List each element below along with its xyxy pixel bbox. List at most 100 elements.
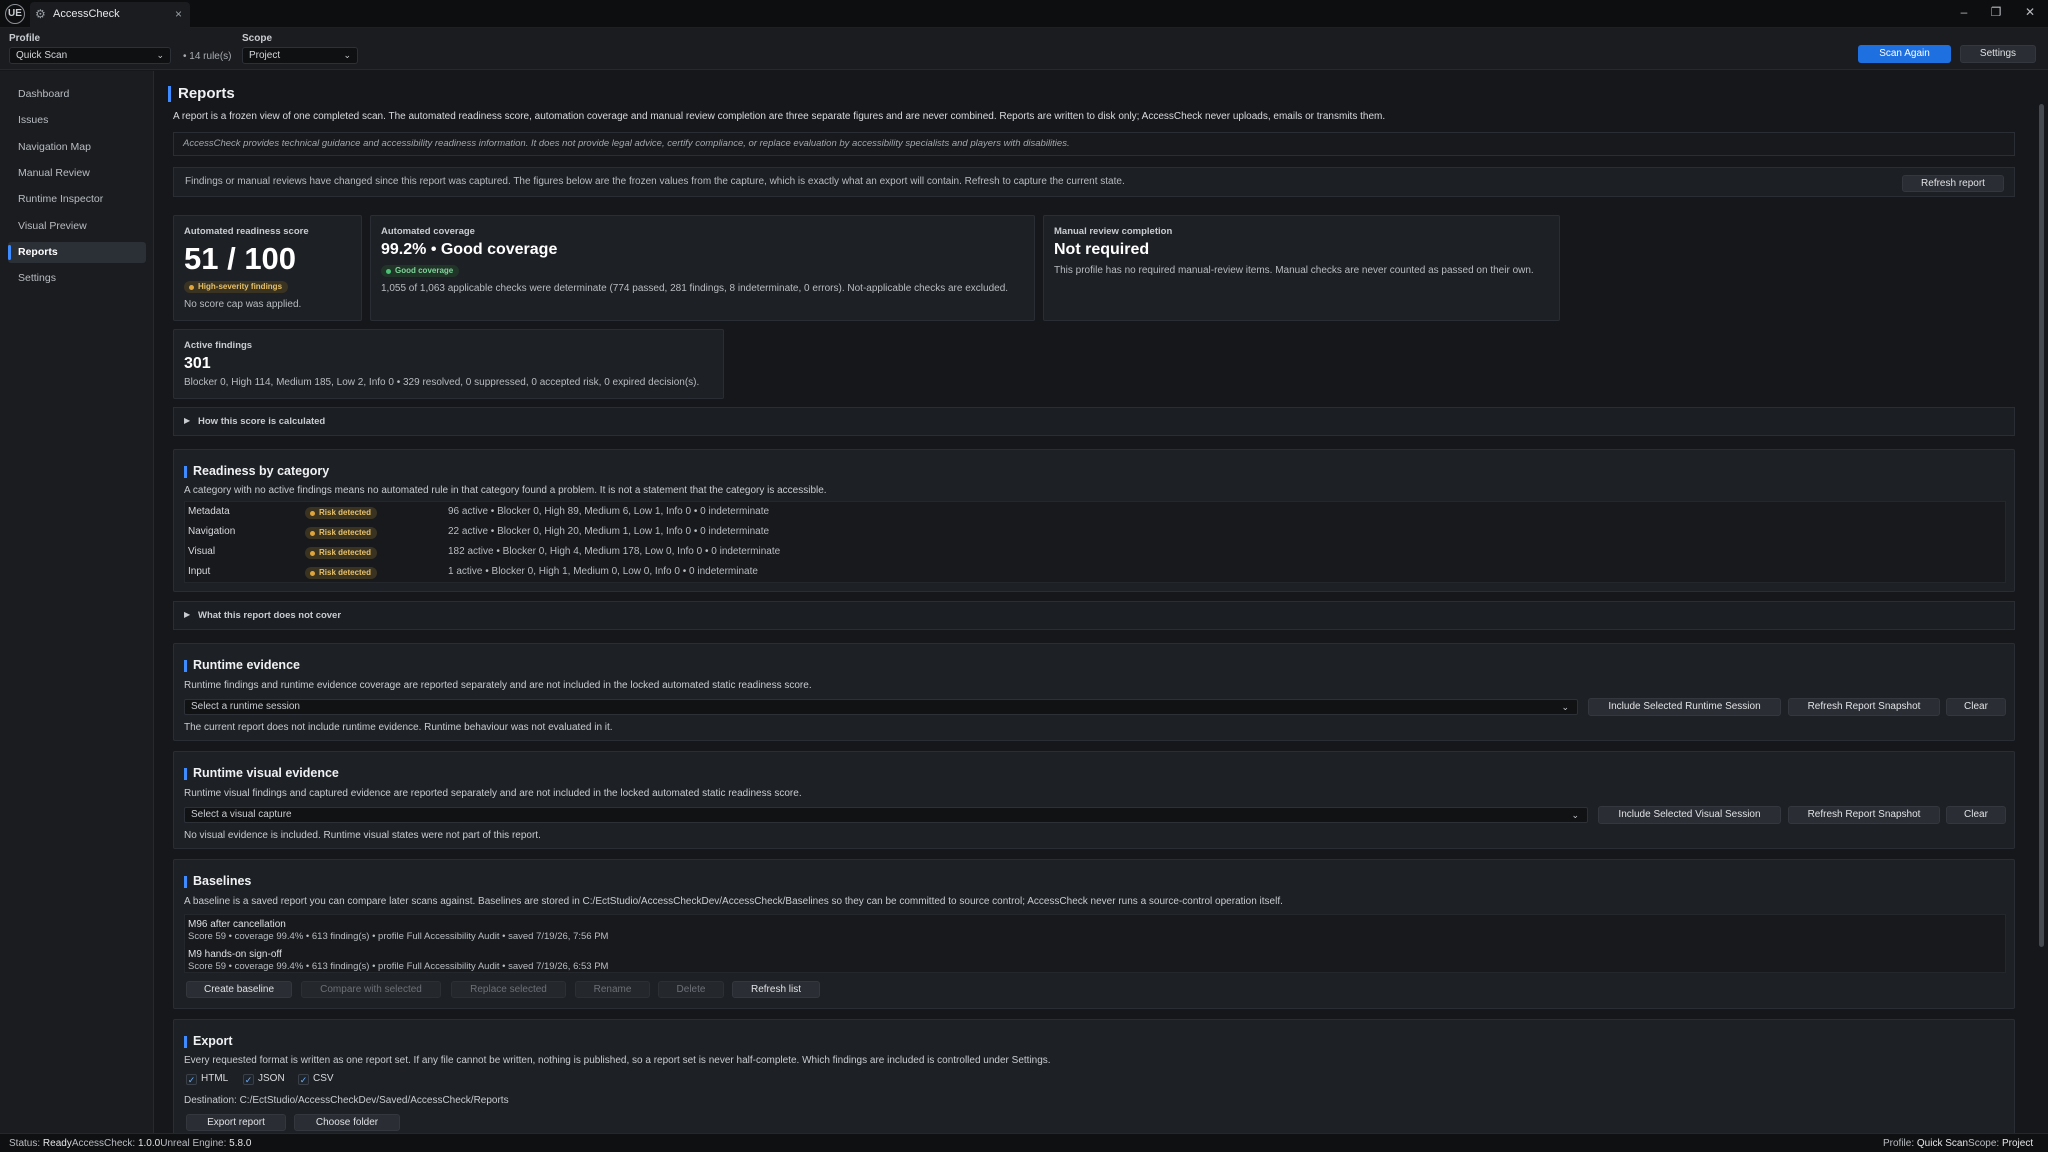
visual-capture-dropdown[interactable]: Select a visual capture ⌄ [184, 807, 1588, 823]
baseline-meta: Score 59 • coverage 99.4% • 613 finding(… [188, 961, 609, 972]
category-name: Navigation [188, 526, 236, 537]
sidebar-item-visual-preview[interactable]: Visual Preview [8, 216, 146, 237]
refresh-baselines-button[interactable]: Refresh list [732, 981, 820, 998]
delete-baseline-button[interactable]: Delete [658, 981, 724, 998]
baseline-name[interactable]: M9 hands-on sign-off [188, 949, 282, 960]
format-json-checkbox[interactable]: ✓ JSON [243, 1073, 293, 1087]
category-detail: 96 active • Blocker 0, High 89, Medium 6… [448, 506, 770, 517]
how-calculated-label: How this score is calculated [198, 416, 326, 427]
window-close-icon[interactable]: ✕ [2022, 4, 2038, 20]
score-card: Automated readiness score 51 / 100 High-… [173, 215, 362, 321]
minimize-icon[interactable]: – [1956, 4, 1972, 20]
how-score-calculated-expander[interactable]: ▶ How this score is calculated [173, 407, 2015, 436]
choose-folder-button[interactable]: Choose folder [294, 1114, 400, 1131]
category-detail: 1 active • Blocker 0, High 1, Medium 0, … [448, 566, 758, 577]
format-label: JSON [258, 1073, 285, 1084]
include-visual-session-button[interactable]: Include Selected Visual Session [1598, 806, 1781, 824]
clear-runtime-button[interactable]: Clear [1946, 698, 2006, 716]
format-csv-checkbox[interactable]: ✓ CSV [298, 1073, 348, 1087]
score-card-title: Automated readiness score [184, 226, 309, 237]
engine-version-value: 5.8.0 [229, 1138, 252, 1149]
profile-label: Profile [9, 33, 41, 44]
manual-card-title: Manual review completion [1054, 226, 1173, 237]
format-html-checkbox[interactable]: ✓ HTML [186, 1073, 236, 1087]
report-does-not-cover-expander[interactable]: ▶ What this report does not cover [173, 601, 2015, 630]
active-findings-card: Active findings 301 Blocker 0, High 114,… [173, 329, 724, 399]
sidebar-item-issues[interactable]: Issues [8, 110, 146, 131]
stale-report-banner: Findings or manual reviews have changed … [173, 167, 2015, 197]
scan-again-button[interactable]: Scan Again [1858, 45, 1951, 63]
sidebar-item-settings[interactable]: Settings [8, 268, 146, 289]
status-profile-value: Quick Scan [1916, 1138, 1969, 1149]
runtime-evidence-section: Runtime evidence Runtime findings and ru… [173, 643, 2015, 741]
scope-dropdown[interactable]: Project ⌄ [242, 47, 358, 64]
profile-dropdown[interactable]: Quick Scan ⌄ [9, 47, 171, 64]
manual-review-card: Manual review completion Not required Th… [1043, 215, 1560, 321]
status-bar: Status: ReadyAccessCheck: 1.0.0Unreal En… [0, 1133, 2048, 1152]
main-content: Reports A report is a frozen view of one… [155, 71, 2035, 1133]
replace-baseline-button[interactable]: Replace selected [451, 981, 566, 998]
scope-label: Scope [242, 33, 273, 44]
baselines-desc: A baseline is a saved report you can com… [184, 896, 1283, 907]
checkmark-icon: ✓ [186, 1074, 197, 1085]
sidebar-item-manual-review[interactable]: Manual Review [8, 163, 146, 184]
visual-select-text: Select a visual capture [191, 809, 292, 820]
category-table: Metadata Risk detected 96 active • Block… [184, 501, 2006, 583]
findings-card-title: Active findings [184, 340, 253, 351]
sidebar-item-navigation-map[interactable]: Navigation Map [8, 137, 146, 158]
clear-visual-button[interactable]: Clear [1946, 806, 2006, 824]
runtime-select-text: Select a runtime session [191, 701, 300, 712]
runtime-session-dropdown[interactable]: Select a runtime session ⌄ [184, 699, 1578, 715]
refresh-visual-snapshot-button[interactable]: Refresh Report Snapshot [1788, 806, 1940, 824]
restore-icon[interactable]: ❐ [1988, 4, 2004, 20]
chevron-down-icon: ⌄ [1561, 702, 1569, 712]
chevron-right-icon: ▶ [184, 610, 191, 619]
baselines-title: Baselines [184, 874, 251, 888]
sidebar: Dashboard Issues Navigation Map Manual R… [0, 71, 154, 1133]
status-profile-scope: Profile: Quick ScanScope: Project [1883, 1138, 2033, 1149]
refresh-report-button[interactable]: Refresh report [1902, 175, 2004, 192]
category-name: Visual [188, 546, 216, 557]
findings-note: Blocker 0, High 114, Medium 185, Low 2, … [184, 377, 700, 388]
coverage-note: 1,055 of 1,063 applicable checks were de… [381, 283, 1009, 294]
not-cover-label: What this report does not cover [198, 610, 342, 621]
category-detail: 22 active • Blocker 0, High 20, Medium 1… [448, 526, 770, 537]
visual-desc: Runtime visual findings and captured evi… [184, 788, 802, 799]
title-bar: UE ⚙ AccessCheck × – ❐ ✕ [0, 0, 2048, 28]
scrollbar-thumb[interactable] [2039, 104, 2044, 947]
page-title: Reports [168, 85, 235, 102]
format-label: CSV [313, 1073, 334, 1084]
refresh-runtime-snapshot-button[interactable]: Refresh Report Snapshot [1788, 698, 1940, 716]
manual-value: Not required [1054, 241, 1150, 258]
include-runtime-session-button[interactable]: Include Selected Runtime Session [1588, 698, 1781, 716]
tab-close-icon[interactable]: × [175, 7, 182, 21]
chevron-down-icon: ⌄ [343, 50, 351, 60]
create-baseline-button[interactable]: Create baseline [186, 981, 292, 998]
risk-badge: Risk detected [305, 567, 378, 579]
status-value: Ready [42, 1138, 72, 1149]
category-detail: 182 active • Blocker 0, High 4, Medium 1… [448, 546, 781, 557]
coverage-value: 99.2% • Good coverage [381, 241, 558, 258]
runtime-note: The current report does not include runt… [184, 722, 613, 733]
unreal-logo-icon[interactable]: UE [5, 4, 25, 24]
chevron-down-icon: ⌄ [156, 50, 164, 60]
accesscheck-version-label: AccessCheck: [71, 1138, 136, 1149]
rename-baseline-button[interactable]: Rename [575, 981, 650, 998]
format-label: HTML [201, 1073, 229, 1084]
status-segment: Status: ReadyAccessCheck: 1.0.0Unreal En… [9, 1138, 251, 1149]
baseline-name[interactable]: M96 after cancellation [188, 919, 286, 930]
baseline-list[interactable]: M96 after cancellation Score 59 • covera… [184, 914, 2006, 973]
document-tab[interactable]: ⚙ AccessCheck × [30, 2, 190, 28]
coverage-card: Automated coverage 99.2% • Good coverage… [370, 215, 1035, 321]
readiness-by-category-section: Readiness by category A category with no… [173, 449, 2015, 592]
export-report-button[interactable]: Export report [186, 1114, 286, 1131]
export-destination: Destination: C:/EctStudio/AccessCheckDev… [184, 1095, 509, 1106]
runtime-desc: Runtime findings and runtime evidence co… [184, 680, 812, 691]
runtime-visual-evidence-section: Runtime visual evidence Runtime visual f… [173, 751, 2015, 849]
sidebar-item-dashboard[interactable]: Dashboard [8, 84, 146, 105]
compare-baseline-button[interactable]: Compare with selected [301, 981, 441, 998]
status-label: Status: [9, 1138, 41, 1149]
settings-button[interactable]: Settings [1960, 45, 2036, 63]
sidebar-item-reports[interactable]: Reports [8, 242, 146, 263]
sidebar-item-runtime-inspector[interactable]: Runtime Inspector [8, 189, 146, 210]
